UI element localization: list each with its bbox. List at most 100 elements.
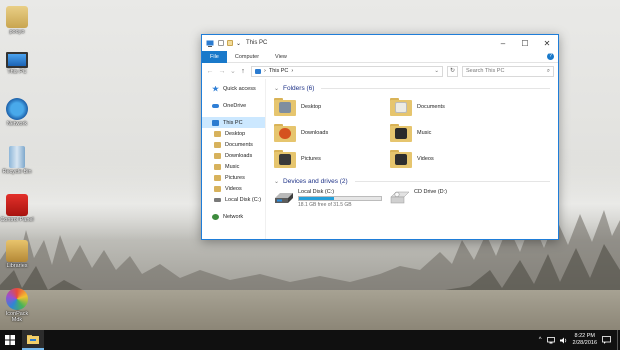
folder-documents[interactable]: Documents <box>390 96 506 118</box>
tab-computer[interactable]: Computer <box>227 51 267 63</box>
libraries-icon <box>6 240 28 262</box>
nav-item-local-disk[interactable]: Local Disk (C:) <box>202 194 265 205</box>
wallpaper-ground <box>0 290 620 330</box>
nav-item-onedrive[interactable]: OneDrive <box>202 100 265 111</box>
file-explorer-window[interactable]: ⌄ This PC – ☐ ✕ File Computer View ? ← →… <box>201 34 559 240</box>
ribbon-tabs: File Computer View ? <box>202 50 558 63</box>
system-tray: ^ 8:22 PM 2/28/2016 <box>539 333 617 347</box>
minimize-button[interactable]: – <box>492 35 514 51</box>
user-folder-icon <box>6 6 28 28</box>
address-bar[interactable]: › This PC › ⌄ <box>251 65 443 77</box>
desktop-icon-label: Control Panel <box>0 217 34 223</box>
folder-name: Pictures <box>301 156 321 162</box>
pictures-folder-icon <box>274 149 296 169</box>
group-divider <box>354 180 550 182</box>
clock-time: 8:22 PM <box>574 333 595 339</box>
address-separator: › <box>264 68 266 74</box>
back-button[interactable]: ← <box>206 68 214 75</box>
address-separator: › <box>291 68 294 74</box>
nav-item-network[interactable]: Network <box>202 211 265 222</box>
navigation-pane[interactable]: Quick access OneDrive This PC Desktop Do… <box>202 79 266 239</box>
computer-icon <box>6 52 28 68</box>
folders-group-header[interactable]: ⌄ Folders (6) <box>274 83 550 93</box>
nav-item-this-pc[interactable]: This PC <box>202 117 265 128</box>
desktop-icon-label: Network <box>6 121 28 127</box>
desktop-icon-label: pooyo <box>9 29 25 35</box>
nav-item-pictures[interactable]: Pictures <box>202 172 265 183</box>
maximize-button[interactable]: ☐ <box>514 35 536 51</box>
documents-folder-icon <box>390 97 412 117</box>
up-button[interactable]: ↑ <box>239 68 247 75</box>
nav-label: Pictures <box>225 174 245 181</box>
desktop-icon-label: Recycle Bin <box>2 169 32 175</box>
address-dropdown-icon[interactable]: ⌄ <box>434 68 439 74</box>
window-title: This PC <box>246 40 268 46</box>
title-bar[interactable]: ⌄ This PC – ☐ ✕ <box>202 35 558 51</box>
desktop-icon-control-panel[interactable]: Control Panel <box>0 194 34 223</box>
clock-date: 2/28/2016 <box>572 340 597 346</box>
desktop-icon-libraries[interactable]: Libraries <box>0 240 34 269</box>
desktop-icon-network[interactable]: Network <box>0 98 34 127</box>
search-placeholder: Search This PC <box>466 68 505 74</box>
computer-icon <box>212 119 219 126</box>
quick-access-properties-icon[interactable] <box>218 40 224 46</box>
desktop-icon-this-pc[interactable]: This PC <box>0 52 34 75</box>
nav-item-music[interactable]: Music <box>202 161 265 172</box>
taskbar-clock[interactable]: 8:22 PM 2/28/2016 <box>573 333 597 347</box>
folder-pictures[interactable]: Pictures <box>274 148 390 170</box>
search-input[interactable]: Search This PC ⌕ <box>462 65 554 77</box>
drive-name: Local Disk (C:) <box>298 189 335 195</box>
nav-item-downloads[interactable]: Downloads <box>202 150 265 161</box>
help-icon[interactable]: ? <box>547 53 554 60</box>
folder-name: Documents <box>417 104 445 110</box>
desktop-folder-icon <box>274 97 296 117</box>
close-button[interactable]: ✕ <box>536 35 558 51</box>
forward-button[interactable]: → <box>218 68 226 75</box>
folder-name: Desktop <box>301 104 322 110</box>
taskbar-file-explorer[interactable] <box>22 330 44 350</box>
folder-videos[interactable]: Videos <box>390 148 506 170</box>
show-hidden-icons-button[interactable]: ^ <box>539 337 542 343</box>
folder-downloads[interactable]: Downloads <box>274 122 390 144</box>
navigation-bar: ← → ⌄ ↑ › This PC › ⌄ ↻ Search This PC ⌕ <box>202 63 558 79</box>
desktop-icon-iconpack[interactable]: IconPack Mdk <box>0 288 34 323</box>
start-button[interactable] <box>0 330 20 350</box>
nav-label: Network <box>223 213 244 220</box>
control-panel-icon <box>6 194 28 216</box>
drives-group-header[interactable]: ⌄ Devices and drives (2) <box>274 176 550 186</box>
nav-label: Music <box>225 163 240 170</box>
volume-icon[interactable] <box>559 337 568 344</box>
videos-folder-icon <box>214 185 221 192</box>
drive-local-disk-c[interactable]: Local Disk (C:) 18.1 GB free of 31.5 GB <box>274 189 390 208</box>
nav-item-quick-access[interactable]: Quick access <box>202 83 265 94</box>
folder-desktop[interactable]: Desktop <box>274 96 390 118</box>
desktop-icon-pooyo[interactable]: pooyo <box>0 6 34 35</box>
this-pc-title-icon <box>206 40 214 47</box>
tab-view[interactable]: View <box>267 51 295 63</box>
nav-item-documents[interactable]: Documents <box>202 139 265 150</box>
address-path[interactable]: This PC <box>269 68 289 74</box>
recent-locations-button[interactable]: ⌄ <box>230 67 236 75</box>
refresh-button[interactable]: ↻ <box>447 65 458 77</box>
folder-music[interactable]: Music <box>390 122 506 144</box>
folder-name: Videos <box>417 156 434 162</box>
nav-item-desktop[interactable]: Desktop <box>202 128 265 139</box>
tab-file[interactable]: File <box>202 50 227 63</box>
action-center-icon[interactable] <box>602 336 611 344</box>
nav-label: Downloads <box>225 152 253 159</box>
nav-label: Documents <box>225 141 253 148</box>
drive-icon <box>214 197 221 202</box>
nav-item-videos[interactable]: Videos <box>202 183 265 194</box>
network-status-icon[interactable] <box>546 336 555 344</box>
chevron-down-icon[interactable]: ⌄ <box>274 178 279 185</box>
drive-name: CD Drive (D:) <box>414 189 447 195</box>
network-icon <box>212 213 219 220</box>
quick-access-new-folder-icon[interactable] <box>227 40 233 46</box>
content-pane[interactable]: ⌄ Folders (6) Desktop Documents Download… <box>266 79 558 239</box>
desktop-icon-label: Libraries <box>6 263 28 269</box>
quick-access-customize-icon[interactable]: ⌄ <box>236 40 241 47</box>
nav-label: This PC <box>223 119 243 126</box>
drive-cd-d[interactable]: CD Drive (D:) <box>390 189 506 208</box>
desktop-icon-recycle-bin[interactable]: Recycle Bin <box>0 146 34 175</box>
chevron-down-icon[interactable]: ⌄ <box>274 85 279 92</box>
